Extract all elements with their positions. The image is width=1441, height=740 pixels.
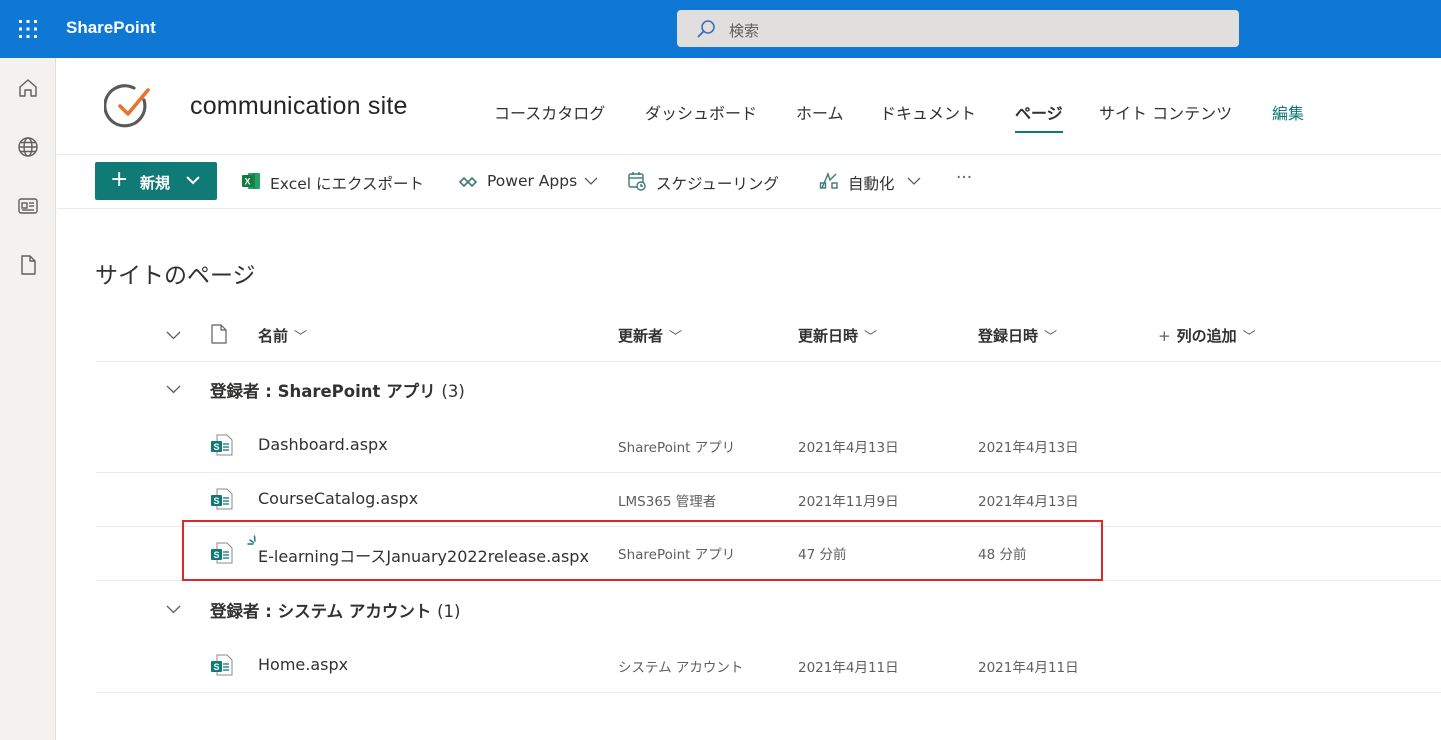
group-count: (1) [437,602,461,621]
plus-icon: + [110,167,129,192]
sharepoint-page-icon: S [210,487,234,511]
search-icon [696,19,716,39]
app-name[interactable]: SharePoint [66,18,156,38]
svg-text:S: S [213,496,219,506]
automate-button[interactable]: 自動化 [848,172,895,194]
plus-icon: + [1158,327,1171,345]
sharepoint-page-icon: S [210,653,234,677]
add-column-button[interactable]: + 列の追加 ﹀ [1158,325,1256,346]
group-label: 登録者 : システム アカウント [210,602,432,621]
schedule-button[interactable]: スケジューリング [656,172,779,194]
column-header-modified[interactable]: 更新日時 ﹀ [798,325,877,346]
column-header-name[interactable]: 名前 ﹀ [258,325,307,346]
column-label: 更新者 [618,327,664,345]
svg-text:S: S [213,662,219,672]
modified-cell: 2021年4月11日 [798,660,899,676]
chevron-down-icon: ﹀ [864,330,878,345]
app-bar [0,58,56,740]
sharepoint-page-icon: S [210,433,234,457]
more-options-button[interactable]: ··· [956,168,972,188]
nav-site-contents[interactable]: サイト コンテンツ [1099,100,1232,124]
suite-bar: SharePoint 検索 [0,0,1441,58]
file-name-link[interactable]: Dashboard.aspx [258,435,388,454]
column-label: 更新日時 [798,327,859,345]
calendar-icon [627,171,647,191]
power-apps-button[interactable]: Power Apps [487,172,577,190]
divider [96,361,1441,362]
nav-pages[interactable]: ページ [1015,100,1063,133]
column-label: 登録日時 [978,327,1039,345]
modified-by-cell[interactable]: SharePoint アプリ [618,436,735,456]
search-placeholder: 検索 [729,22,760,40]
file-name-link[interactable]: CourseCatalog.aspx [258,489,418,508]
export-excel-button[interactable]: Excel にエクスポート [270,172,424,194]
divider [57,208,1441,209]
group-label: 登録者 : SharePoint アプリ [210,382,436,401]
chevron-down-icon: ﹀ [669,330,683,345]
column-label: 列の追加 [1176,327,1237,345]
site-title[interactable]: communication site [190,92,408,121]
divider [96,472,1441,473]
divider [57,154,1441,155]
svg-text:X: X [244,177,250,187]
file-type-header-icon[interactable] [210,324,228,344]
chevron-down-icon [186,175,200,185]
excel-icon: X [242,172,261,190]
automate-icon [819,171,839,191]
file-name-link[interactable]: Home.aspx [258,655,348,674]
power-apps-icon [458,175,478,189]
column-header-created[interactable]: 登録日時 ﹀ [978,325,1057,346]
file-icon[interactable] [16,253,40,277]
nav-home[interactable]: ホーム [796,100,844,124]
nav-dashboard[interactable]: ダッシュボード [645,100,757,124]
search-box[interactable]: 検索 [677,10,1239,47]
column-header-modified-by[interactable]: 更新者 ﹀ [618,325,682,346]
group-header[interactable]: 登録者 : SharePoint アプリ (3) [210,378,465,402]
page-title: サイトのページ [95,263,256,289]
chevron-down-icon[interactable] [907,177,921,186]
nav-edit-link[interactable]: 編集 [1272,100,1304,124]
news-icon[interactable] [16,194,40,218]
globe-icon[interactable] [16,135,40,159]
new-button[interactable]: + 新規 [95,162,217,200]
nav-documents[interactable]: ドキュメント [880,100,976,124]
nav-course-catalog[interactable]: コースカタログ [494,100,605,124]
modified-cell: 2021年11月9日 [798,494,899,510]
group-collapse-icon[interactable] [166,605,181,614]
modified-by-cell[interactable]: システム アカウント [618,656,743,676]
collapse-all-icon[interactable] [166,331,181,340]
column-label: 名前 [258,327,289,345]
created-cell: 2021年4月13日 [978,440,1079,456]
svg-text:S: S [213,442,219,452]
modified-by-cell[interactable]: LMS365 管理者 [618,490,716,510]
divider [96,692,1441,693]
chevron-down-icon: ﹀ [294,330,308,345]
home-icon[interactable] [16,76,40,100]
group-count: (3) [441,382,465,401]
highlight-box [182,520,1103,581]
chevron-down-icon: ﹀ [1044,330,1058,345]
new-button-label: 新規 [140,174,171,192]
created-cell: 2021年4月11日 [978,660,1079,676]
group-collapse-icon[interactable] [166,385,181,394]
chevron-down-icon: ﹀ [1242,330,1256,345]
modified-cell: 2021年4月13日 [798,440,899,456]
app-launcher-icon[interactable] [0,0,56,58]
site-logo[interactable] [104,80,156,132]
created-cell: 2021年4月13日 [978,494,1079,510]
group-header[interactable]: 登録者 : システム アカウント (1) [210,598,460,622]
chevron-down-icon[interactable] [584,177,598,186]
